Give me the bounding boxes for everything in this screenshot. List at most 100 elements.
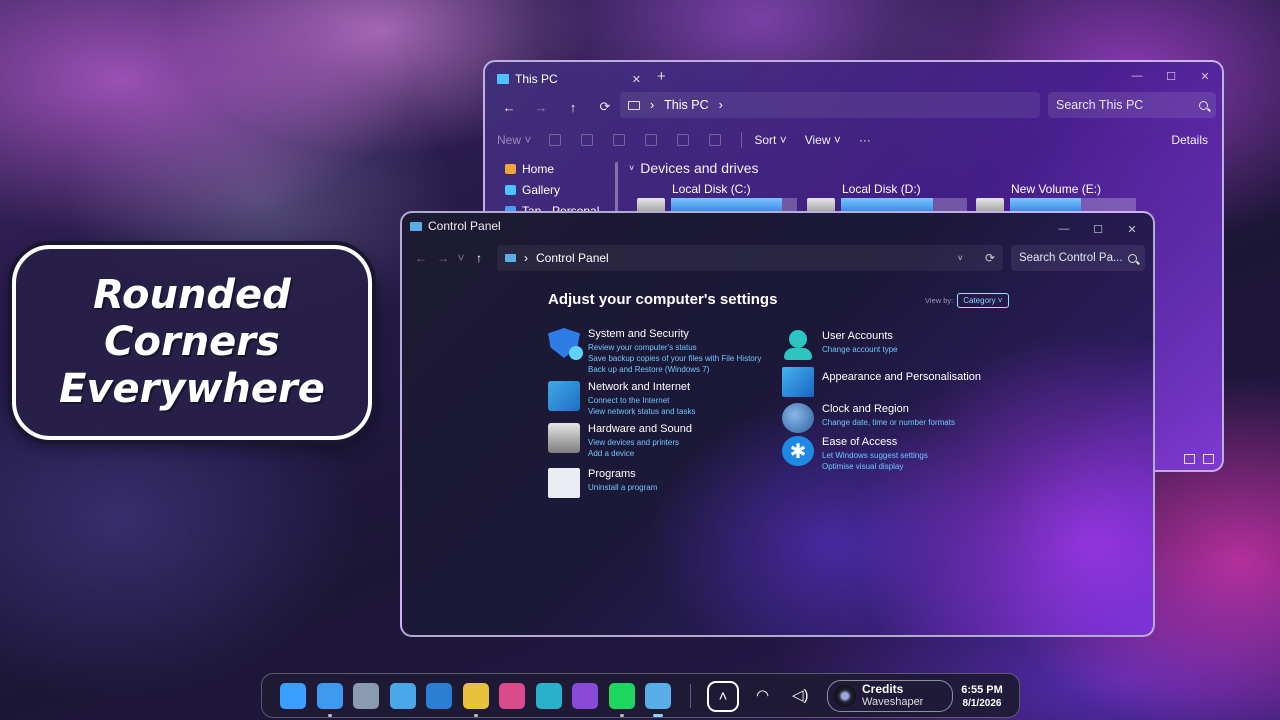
- category-link[interactable]: Back up and Restore (Windows 7): [588, 364, 761, 375]
- drive-label: New Volume (E:): [1011, 182, 1102, 196]
- category-link[interactable]: Let Windows suggest settings: [822, 450, 928, 461]
- up-button[interactable]: ↑: [557, 96, 589, 118]
- rename-icon[interactable]: [645, 134, 658, 146]
- sidebar-scrollbar[interactable]: [615, 162, 618, 214]
- volume-icon[interactable]: ◁): [792, 686, 809, 704]
- share-icon[interactable]: [677, 134, 690, 146]
- recent-locations-button[interactable]: ˅: [454, 249, 468, 267]
- window-title-text: Control Panel: [428, 219, 501, 233]
- category-title[interactable]: Network and Internet: [588, 381, 695, 393]
- paste-icon[interactable]: [613, 134, 626, 146]
- copy-icon[interactable]: [581, 134, 594, 146]
- back-button[interactable]: ←: [493, 96, 525, 118]
- category-hardware-sound: Hardware and Sound View devices and prin…: [548, 423, 692, 459]
- category-network-internet: Network and Internet Connect to the Inte…: [548, 381, 695, 417]
- title-card: Rounded Corners Everywhere: [12, 245, 372, 440]
- edge-icon[interactable]: [535, 683, 562, 709]
- address-bar[interactable]: › This PC ›: [620, 92, 1040, 118]
- new-tab-button[interactable]: +: [657, 68, 666, 85]
- monitor-icon: [497, 74, 509, 84]
- new-button[interactable]: New ˅: [497, 133, 531, 147]
- search-input[interactable]: Search This PC: [1048, 92, 1216, 118]
- more-options-button[interactable]: ···: [859, 133, 871, 147]
- photos-icon[interactable]: [389, 683, 416, 709]
- start-icon[interactable]: [280, 683, 306, 709]
- up-button[interactable]: ↑: [468, 249, 490, 267]
- maximize-button[interactable]: ☐: [1081, 215, 1115, 243]
- clock-icon[interactable]: [782, 403, 814, 433]
- close-button[interactable]: ✕: [1115, 215, 1149, 243]
- category-link[interactable]: View network status and tasks: [588, 406, 695, 417]
- chrome-icon[interactable]: [462, 683, 489, 709]
- tab-close-icon[interactable]: ✕: [632, 73, 641, 86]
- refresh-button[interactable]: ⟳: [985, 251, 995, 265]
- user-accounts-icon[interactable]: [782, 330, 814, 360]
- cut-icon[interactable]: [549, 134, 562, 146]
- appearance-icon[interactable]: [782, 367, 814, 397]
- widgets-icon[interactable]: [499, 683, 525, 709]
- devices-section-header[interactable]: ˅ Devices and drives: [629, 160, 759, 176]
- category-link[interactable]: Add a device: [588, 448, 692, 459]
- navigation-buttons: ← → ˅ ↑: [410, 249, 490, 267]
- breadcrumb-separator[interactable]: ›: [719, 98, 723, 112]
- clock[interactable]: 6:55 PM 8/1/2026: [960, 683, 1004, 711]
- minimize-button[interactable]: —: [1047, 215, 1081, 243]
- close-button[interactable]: ✕: [1188, 62, 1222, 90]
- gallery-icon: [505, 184, 516, 195]
- media-widget[interactable]: Credits Waveshaper: [827, 680, 953, 712]
- details-view-icon[interactable]: [1184, 454, 1195, 464]
- category-link[interactable]: Optimise visual display: [822, 461, 928, 472]
- clipchamp-icon[interactable]: [572, 683, 598, 709]
- network-icon[interactable]: [548, 381, 580, 411]
- address-bar[interactable]: › Control Panel ˅ ⟳: [497, 245, 1003, 271]
- breadcrumb-control-panel[interactable]: Control Panel: [536, 251, 609, 265]
- category-title[interactable]: Clock and Region: [822, 403, 955, 415]
- category-link[interactable]: Save backup copies of your files with Fi…: [588, 353, 761, 364]
- search-input[interactable]: Search Control Pa...: [1011, 245, 1145, 271]
- shield-icon[interactable]: [548, 328, 583, 360]
- this-pc-tab[interactable]: This PC ✕: [491, 66, 649, 92]
- category-title[interactable]: User Accounts: [822, 330, 898, 342]
- category-clock-region: Clock and Region Change date, time or nu…: [782, 403, 955, 433]
- monitor-icon: [628, 100, 640, 110]
- minimize-button[interactable]: —: [1120, 62, 1154, 90]
- category-link[interactable]: Uninstall a program: [588, 482, 657, 493]
- category-link[interactable]: Review your computer's status: [588, 342, 761, 353]
- sidebar-item-home[interactable]: Home: [505, 158, 615, 179]
- accessibility-icon[interactable]: ✱: [782, 436, 814, 466]
- category-title[interactable]: System and Security: [588, 328, 761, 340]
- show-hidden-icons-button[interactable]: ˄: [707, 681, 739, 712]
- store-icon[interactable]: [426, 683, 452, 709]
- maximize-button[interactable]: ☐: [1154, 62, 1188, 90]
- category-link[interactable]: Change date, time or number formats: [822, 417, 955, 428]
- toolbar-divider: [741, 132, 743, 148]
- settings-icon[interactable]: [353, 683, 379, 709]
- category-title[interactable]: Ease of Access: [822, 436, 928, 448]
- view-button[interactable]: View ˅: [805, 133, 841, 147]
- spotify-icon[interactable]: [608, 683, 635, 709]
- chevron-down-icon[interactable]: ˅: [958, 253, 963, 263]
- view-by-dropdown[interactable]: Category ˅: [957, 293, 1009, 308]
- wifi-icon[interactable]: ◠: [756, 686, 769, 704]
- tiles-view-icon[interactable]: [1203, 454, 1214, 464]
- printer-icon[interactable]: [548, 423, 580, 453]
- breadcrumb-this-pc[interactable]: This PC: [664, 98, 708, 112]
- sort-button[interactable]: Sort ˅: [754, 133, 786, 147]
- forward-button[interactable]: →: [432, 249, 454, 267]
- category-link[interactable]: Connect to the Internet: [588, 395, 695, 406]
- category-link[interactable]: View devices and printers: [588, 437, 692, 448]
- refresh-button[interactable]: ⟳: [589, 96, 621, 118]
- details-button[interactable]: Details: [1171, 133, 1208, 147]
- category-link[interactable]: Change account type: [822, 344, 898, 355]
- forward-button[interactable]: →: [525, 96, 557, 118]
- back-button[interactable]: ←: [410, 249, 432, 267]
- programs-icon[interactable]: [548, 468, 580, 498]
- file-explorer-icon[interactable]: [316, 683, 343, 709]
- delete-icon[interactable]: [709, 134, 722, 146]
- category-title[interactable]: Appearance and Personalisation: [822, 371, 981, 383]
- control-panel-icon[interactable]: [645, 683, 671, 709]
- sidebar-item-gallery[interactable]: Gallery: [505, 179, 615, 200]
- drive-usage-bar: [1010, 198, 1136, 211]
- category-title[interactable]: Programs: [588, 468, 657, 480]
- category-title[interactable]: Hardware and Sound: [588, 423, 692, 435]
